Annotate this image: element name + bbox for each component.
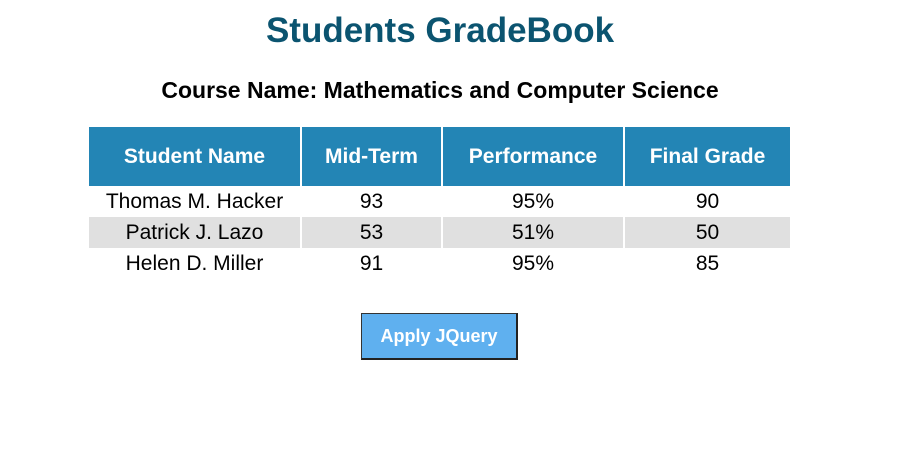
table-row: Patrick J. Lazo 53 51% 50	[89, 217, 790, 248]
header-student-name: Student Name	[89, 127, 302, 186]
header-performance: Performance	[441, 127, 625, 186]
cell-performance: 95%	[441, 248, 625, 279]
course-name: Course Name: Mathematics and Computer Sc…	[161, 77, 719, 103]
cell-student-name: Thomas M. Hacker	[89, 186, 302, 217]
page-title: Students GradeBook	[265, 11, 615, 50]
cell-mid-term: 93	[300, 186, 443, 217]
header-final-grade: Final Grade	[623, 127, 790, 186]
cell-mid-term: 53	[300, 217, 443, 248]
cell-mid-term: 91	[300, 248, 443, 279]
header-mid-term: Mid-Term	[300, 127, 443, 186]
gradebook-table: Student Name Mid-Term Performance Final …	[89, 127, 790, 279]
cell-final-grade: 85	[623, 248, 790, 279]
cell-final-grade: 90	[623, 186, 790, 217]
cell-performance: 51%	[441, 217, 625, 248]
cell-performance: 95%	[441, 186, 625, 217]
table-row: Helen D. Miller 91 95% 85	[89, 248, 790, 279]
cell-final-grade: 50	[623, 217, 790, 248]
cell-student-name: Helen D. Miller	[89, 248, 302, 279]
cell-student-name: Patrick J. Lazo	[89, 217, 302, 248]
table-row: Thomas M. Hacker 93 95% 90	[89, 186, 790, 217]
header-row: Student Name Mid-Term Performance Final …	[89, 127, 790, 186]
apply-jquery-button[interactable]: Apply JQuery	[361, 313, 518, 360]
